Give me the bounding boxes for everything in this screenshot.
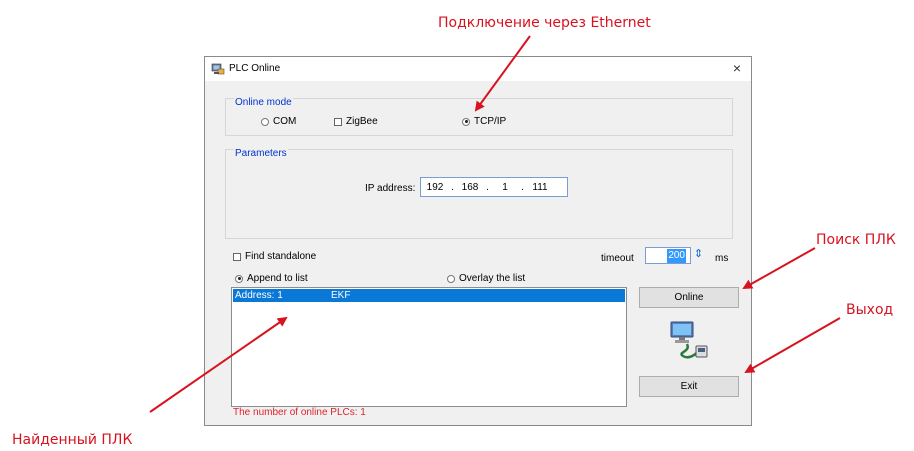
annotation-search: Поиск ПЛК	[816, 232, 896, 248]
close-button[interactable]: ×	[729, 60, 745, 76]
radio-tcpip-label: TCP/IP	[474, 116, 507, 127]
network-computer-icon	[670, 321, 708, 359]
checkbox-zigbee[interactable]: ZigBee	[334, 116, 378, 127]
ip-octet-2[interactable]: 168	[456, 182, 484, 193]
timeout-label: timeout	[601, 253, 634, 264]
radio-overlay-indicator	[447, 274, 455, 283]
radio-tcpip-indicator	[462, 117, 470, 126]
ip-separator: .	[451, 181, 454, 193]
find-standalone-indicator	[233, 252, 241, 261]
window-title: PLC Online	[229, 63, 281, 74]
radio-com-label: COM	[273, 116, 297, 127]
exit-button[interactable]: Exit	[639, 376, 739, 397]
spinner-arrows-icon: ⇕	[693, 248, 704, 260]
ip-octet-1[interactable]: 192	[421, 182, 449, 193]
ip-octet-3[interactable]: 1	[491, 182, 519, 193]
plc-online-dialog: PLC Online × Online mode COM ZigBee TCP/…	[204, 56, 752, 426]
plc-app-icon	[211, 63, 225, 75]
online-mode-label: Online mode	[234, 97, 293, 108]
arrow-exit	[744, 317, 841, 373]
radio-com[interactable]: COM	[261, 116, 296, 127]
list-item[interactable]: Address: 1 EKF	[233, 289, 625, 302]
radio-overlay-label: Overlay the list	[459, 273, 526, 284]
checkbox-zigbee-indicator	[334, 117, 342, 126]
radio-overlay-list[interactable]: Overlay the list	[447, 273, 525, 284]
timeout-value: 200	[667, 249, 686, 263]
online-mode-group: Online mode COM ZigBee TCP/IP	[225, 97, 733, 136]
parameters-label: Parameters	[234, 148, 288, 159]
annotation-exit: Выход	[846, 302, 894, 318]
find-standalone-checkbox[interactable]: Find standalone	[233, 251, 316, 262]
online-button[interactable]: Online	[639, 287, 739, 308]
timeout-unit: ms	[715, 253, 729, 264]
list-item-name: EKF	[331, 290, 351, 301]
ip-separator: .	[521, 181, 524, 193]
annotation-found: Найденный ПЛК	[12, 432, 133, 448]
radio-append-indicator	[235, 274, 243, 283]
find-standalone-label: Find standalone	[245, 251, 317, 262]
radio-append-to-list[interactable]: Append to list	[235, 273, 308, 284]
list-item-address: Address: 1	[235, 290, 283, 301]
radio-tcpip[interactable]: TCP/IP	[462, 116, 506, 127]
arrow-search	[742, 247, 816, 289]
ip-address-field[interactable]: 192 . 168 . 1 . 111	[420, 177, 568, 197]
online-count-status: The number of online PLCs: 1	[233, 407, 366, 418]
ip-octet-4[interactable]: 111	[526, 182, 554, 193]
timeout-spinner[interactable]: ⇕	[692, 247, 705, 264]
radio-append-label: Append to list	[247, 273, 308, 284]
timeout-input[interactable]: 200	[645, 247, 691, 264]
title-bar: PLC Online ×	[205, 57, 751, 81]
plc-list[interactable]: Address: 1 EKF	[231, 287, 627, 407]
annotation-ethernet: Подключение через Ethernet	[438, 15, 651, 31]
ip-address-label: IP address:	[365, 183, 416, 194]
ip-separator: .	[486, 181, 489, 193]
checkbox-zigbee-label: ZigBee	[346, 116, 378, 127]
radio-com-indicator	[261, 117, 269, 126]
